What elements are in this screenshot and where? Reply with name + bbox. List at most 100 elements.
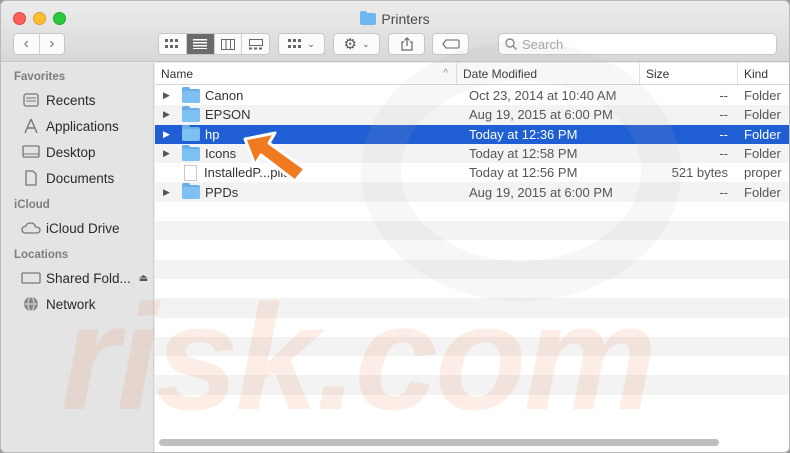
window-title: Printers <box>1 11 789 27</box>
horizontal-scrollbar[interactable] <box>159 439 719 446</box>
file-size: -- <box>719 107 728 123</box>
search-input[interactable] <box>522 36 752 52</box>
folder-icon <box>182 105 200 122</box>
column-header-date[interactable]: Date Modified <box>457 63 640 84</box>
folder-icon <box>182 125 200 142</box>
disclosure-triangle-icon[interactable]: ▶ <box>163 109 177 120</box>
sidebar-heading-icloud: iCloud <box>14 199 50 211</box>
list-view-button[interactable] <box>185 34 214 54</box>
empty-row <box>155 336 789 357</box>
tag-button[interactable] <box>432 33 469 55</box>
folder-icon <box>182 86 200 103</box>
sidebar-item-applications[interactable]: Applications <box>1 113 153 139</box>
column-header-label: Name <box>161 67 194 81</box>
column-header-kind[interactable]: Kind <box>738 63 789 84</box>
file-size: -- <box>719 126 728 142</box>
empty-row <box>155 298 789 318</box>
tag-icon <box>441 39 460 49</box>
desktop-icon <box>21 144 41 160</box>
disclosure-triangle-icon[interactable]: ▶ <box>163 187 177 198</box>
grid-icon <box>165 39 179 48</box>
action-button[interactable]: ⚙ ⌄ <box>333 33 380 55</box>
toolbar: Printers ‹ › ⌄ ⚙ ⌄ <box>1 1 789 62</box>
sidebar-item-shared-folder[interactable]: Shared Fold... ⏏ <box>1 265 153 291</box>
arrange-grid-icon <box>288 39 302 48</box>
file-date: Oct 23, 2014 at 10:40 AM <box>469 88 617 104</box>
table-row[interactable]: ▶ Canon Oct 23, 2014 at 10:40 AM -- Folde… <box>155 86 789 105</box>
sidebar-heading-locations: Locations <box>14 249 69 261</box>
sidebar: Favorites Recents Applications Desktop D… <box>1 63 154 452</box>
arrange-button[interactable]: ⌄ <box>278 33 325 55</box>
file-kind: Folder <box>744 184 781 200</box>
sidebar-item-desktop[interactable]: Desktop <box>1 139 153 165</box>
sidebar-item-label: Applications <box>46 118 119 134</box>
file-name: Icons <box>205 146 237 162</box>
sidebar-item-network[interactable]: Network <box>1 291 153 317</box>
chevron-left-icon[interactable]: ‹ <box>14 34 39 54</box>
file-kind: Folder <box>744 107 781 123</box>
file-name: Canon <box>205 88 244 104</box>
globe-icon <box>21 296 41 312</box>
disclosure-triangle-icon[interactable]: ▶ <box>163 90 177 101</box>
empty-row <box>155 221 789 241</box>
sidebar-item-icloud-drive[interactable]: iCloud Drive <box>1 215 153 241</box>
file-size: 521 bytes <box>671 165 728 181</box>
sidebar-item-label: Recents <box>46 92 96 108</box>
gallery-view-button[interactable] <box>241 34 269 54</box>
disclosure-triangle-icon[interactable]: ▶ <box>163 148 177 159</box>
sidebar-item-documents[interactable]: Documents <box>1 165 153 191</box>
folder-icon <box>360 11 377 25</box>
list-header: Name ^ Date Modified Size Kind <box>155 63 789 85</box>
clock-icon <box>21 92 41 108</box>
column-view-button[interactable] <box>213 34 242 54</box>
chevron-right-icon[interactable]: › <box>38 34 65 54</box>
empty-row <box>155 240 789 259</box>
file-size: -- <box>719 88 728 104</box>
empty-row <box>155 356 789 375</box>
column-header-name[interactable]: Name ^ <box>155 63 457 84</box>
file-kind: Folder <box>744 146 781 162</box>
plist-file-icon <box>184 164 197 181</box>
file-kind: Folder <box>744 126 781 142</box>
search-field[interactable] <box>498 33 777 55</box>
display-icon <box>21 270 41 286</box>
empty-row <box>155 279 789 298</box>
file-list: Name ^ Date Modified Size Kind ▶ Canon Oct… <box>155 63 789 452</box>
sidebar-item-recents[interactable]: Recents <box>1 87 153 113</box>
file-kind: proper <box>744 165 782 181</box>
file-name: EPSON <box>205 107 251 123</box>
file-name: hp <box>205 126 220 142</box>
folder-icon <box>182 144 200 161</box>
annotation-arrow <box>243 131 307 183</box>
share-icon <box>400 37 413 51</box>
file-size: -- <box>719 146 728 162</box>
table-row[interactable]: ▶ EPSON Aug 19, 2015 at 6:00 PM -- Folder <box>155 105 789 125</box>
chevron-down-icon: ⌄ <box>307 38 315 49</box>
eject-icon[interactable]: ⏏ <box>139 273 148 284</box>
gear-icon: ⚙ <box>343 36 357 53</box>
file-date: Today at 12:58 PM <box>469 146 578 162</box>
sidebar-heading-favorites: Favorites <box>14 71 66 83</box>
sidebar-item-label: Shared Fold... <box>46 270 131 286</box>
sidebar-item-label: Documents <box>46 170 115 186</box>
view-mode-selector <box>158 33 270 55</box>
folder-icon <box>182 183 200 200</box>
file-date: Today at 12:56 PM <box>469 165 578 181</box>
share-button[interactable] <box>388 33 425 55</box>
columns-icon <box>220 38 235 50</box>
empty-row <box>155 202 789 221</box>
file-size: -- <box>719 184 728 200</box>
applications-icon <box>21 118 41 134</box>
file-date: Today at 12:36 PM <box>469 126 578 142</box>
cloud-icon <box>21 220 41 236</box>
icon-view-button[interactable] <box>159 34 186 54</box>
column-header-size[interactable]: Size <box>640 63 738 84</box>
file-kind: Folder <box>744 88 781 104</box>
gallery-icon <box>248 38 263 49</box>
sort-ascending-icon: ^ <box>443 68 448 79</box>
file-date: Aug 19, 2015 at 6:00 PM <box>469 184 613 200</box>
disclosure-triangle-icon[interactable]: ▶ <box>163 129 177 140</box>
list-icon <box>193 39 208 49</box>
document-icon <box>21 170 41 186</box>
finder-window: Printers ‹ › ⌄ ⚙ ⌄ Search Favorites Rece… <box>0 0 790 453</box>
